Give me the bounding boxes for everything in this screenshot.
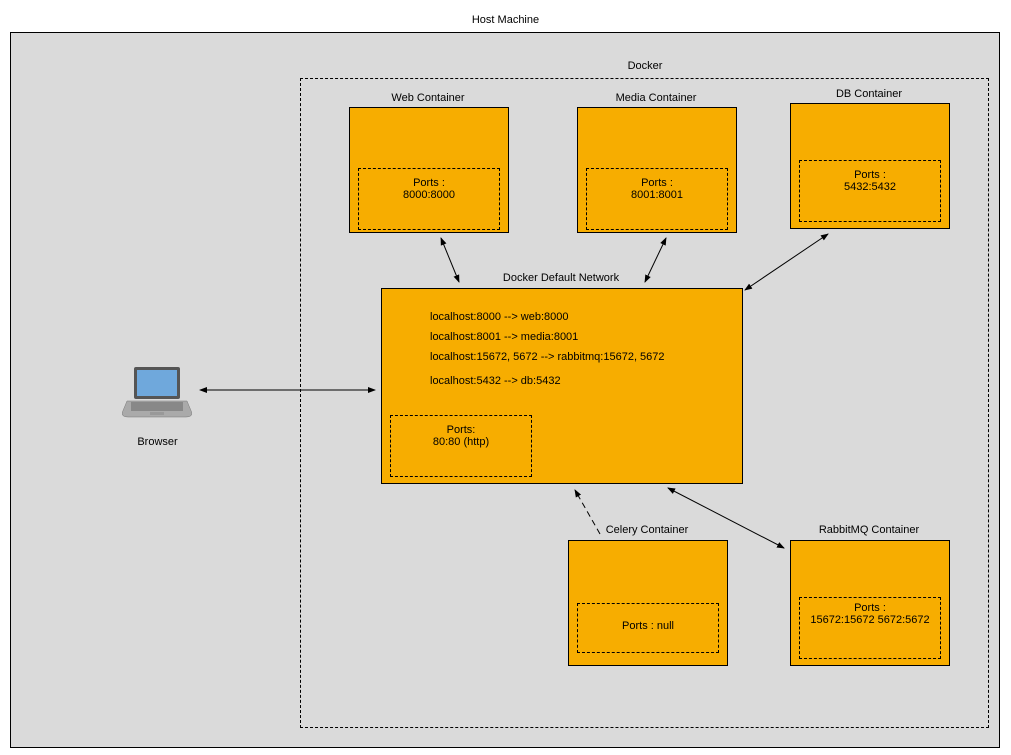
db-ports-box: Ports : 5432:5432: [799, 160, 941, 222]
web-container-box: Ports : 8000:8000: [349, 107, 509, 233]
ports-label: Ports :: [359, 177, 499, 189]
diagram-canvas: Host Machine Docker Browser Web Containe…: [0, 0, 1011, 755]
media-ports-box: Ports : 8001:8001: [586, 168, 728, 230]
ports-value: 8001:8001: [587, 189, 727, 201]
network-mapping-line: localhost:15672, 5672 --> rabbitmq:15672…: [430, 351, 665, 363]
celery-container-box: Ports : null: [568, 540, 728, 666]
celery-container-title: Celery Container: [568, 524, 726, 536]
ports-value: 8000:8000: [359, 189, 499, 201]
ports-value: 5432:5432: [800, 181, 940, 193]
ports-label: Ports :: [800, 169, 940, 181]
laptop-icon: [122, 365, 192, 420]
rabbitmq-container-box: Ports : 15672:15672 5672:5672: [790, 540, 950, 666]
celery-ports-box: Ports : null: [577, 603, 719, 653]
db-container-box: Ports : 5432:5432: [790, 103, 950, 229]
browser-label: Browser: [110, 436, 205, 448]
ports-value: 15672:15672 5672:5672: [800, 614, 940, 626]
rabbitmq-ports-box: Ports : 15672:15672 5672:5672: [799, 597, 941, 659]
web-container-title: Web Container: [349, 92, 507, 104]
ports-value: 80:80 (http): [391, 436, 531, 448]
network-ports-box: Ports: 80:80 (http): [390, 415, 532, 477]
media-container-box: Ports : 8001:8001: [577, 107, 737, 233]
ports-label: Ports:: [391, 424, 531, 436]
rabbitmq-container-title: RabbitMQ Container: [790, 524, 948, 536]
db-container-title: DB Container: [790, 88, 948, 100]
ports-label: Ports :: [800, 602, 940, 614]
network-mapping-line: localhost:8000 --> web:8000: [430, 311, 569, 323]
network-mapping-line: localhost:5432 --> db:5432: [430, 375, 561, 387]
media-container-title: Media Container: [577, 92, 735, 104]
web-ports-box: Ports : 8000:8000: [358, 168, 500, 230]
network-box: localhost:8000 --> web:8000 localhost:80…: [381, 288, 743, 484]
host-machine-label: Host Machine: [0, 14, 1011, 26]
ports-label: Ports : null: [578, 604, 718, 648]
network-mapping-line: localhost:8001 --> media:8001: [430, 331, 578, 343]
ports-label: Ports :: [587, 177, 727, 189]
network-title: Docker Default Network: [381, 272, 741, 284]
docker-label: Docker: [300, 60, 990, 72]
